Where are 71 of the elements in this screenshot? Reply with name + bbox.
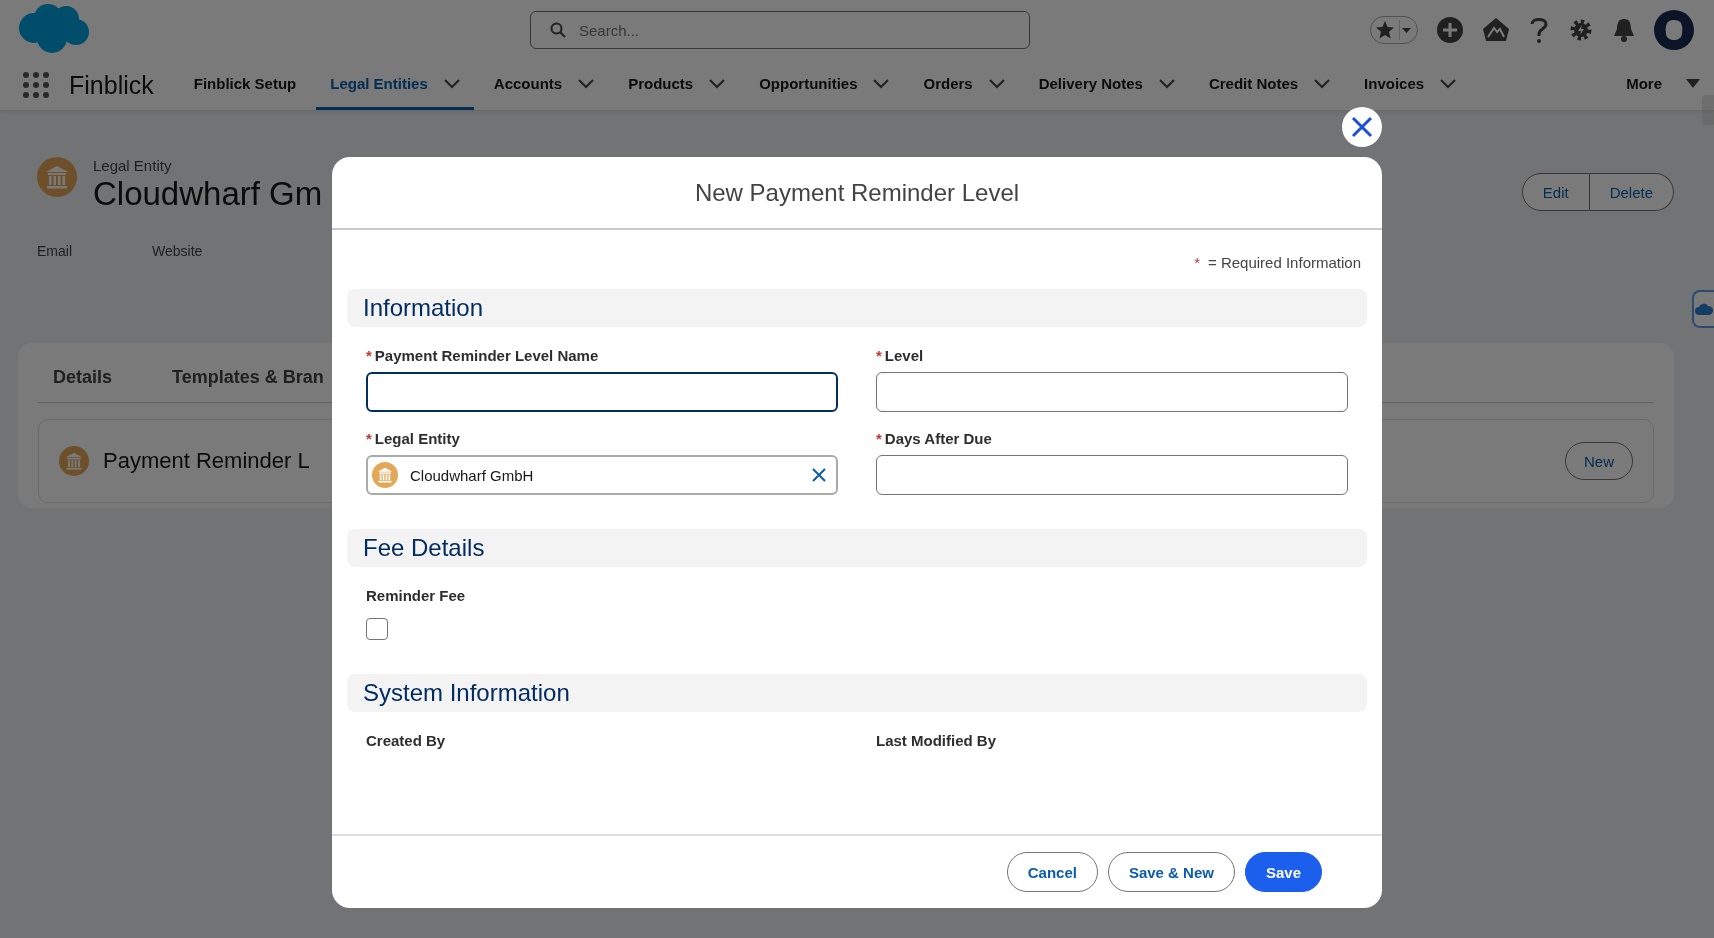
- checkbox[interactable]: [366, 618, 388, 640]
- modal-title: New Payment Reminder Level: [694, 178, 1020, 207]
- triangle-down-icon[interactable]: [1686, 79, 1700, 88]
- nav-tab[interactable]: Finblick Setup: [179, 60, 311, 110]
- field-label: * Legal Entity: [366, 430, 461, 447]
- chevron-down-icon[interactable]: [709, 78, 726, 89]
- mountain-icon[interactable]: [1482, 17, 1510, 43]
- nav-tab[interactable]: More: [1612, 60, 1714, 110]
- star-icon: [1375, 20, 1395, 40]
- required-mark: *: [1194, 254, 1200, 271]
- add-icon[interactable]: [1436, 16, 1464, 44]
- chevron-down-icon[interactable]: [578, 78, 595, 89]
- app-name: Finblick: [69, 70, 154, 100]
- cloud-logo[interactable]: [16, 2, 90, 54]
- nav-tab[interactable]: Invoices: [1350, 60, 1471, 110]
- help-icon[interactable]: [1528, 16, 1550, 44]
- bank-icon: [59, 446, 89, 476]
- bank-icon: [372, 462, 398, 488]
- field-label: Email: [37, 243, 72, 259]
- caret-icon: [1399, 20, 1413, 40]
- bell-icon[interactable]: [1612, 17, 1636, 43]
- clear-icon[interactable]: [812, 468, 826, 482]
- field-label: Website: [152, 243, 203, 259]
- chevron-down-icon[interactable]: [988, 78, 1005, 89]
- lookup-value: Cloudwharf GmbH: [410, 466, 535, 484]
- field-label: * Days After Due: [876, 430, 993, 447]
- related-list-title: Payment Reminder L: [103, 448, 310, 474]
- section-header: Information: [347, 289, 1367, 327]
- chevron-down-icon[interactable]: [1314, 78, 1331, 89]
- action-button[interactable]: Edit: [1521, 173, 1590, 211]
- app-launcher-icon[interactable]: [23, 72, 49, 98]
- footer-button[interactable]: Save & New: [1107, 852, 1235, 892]
- record-title: Cloudwharf Gm: [93, 174, 323, 214]
- avatar-icon[interactable]: [1654, 10, 1694, 50]
- cloud-icon: [1695, 303, 1713, 315]
- field-label: Last Modified By: [876, 732, 997, 749]
- lookup-field[interactable]: Cloudwharf GmbH: [366, 455, 838, 495]
- field-label: * Level: [876, 347, 925, 364]
- nav-tab[interactable]: Orders: [909, 60, 1019, 110]
- nav-tab[interactable]: Products: [614, 60, 740, 110]
- nav-tab[interactable]: Opportunities: [745, 60, 904, 110]
- nav-tab[interactable]: Credit Notes: [1194, 60, 1345, 110]
- field-label: Reminder Fee: [366, 587, 467, 604]
- footer-button[interactable]: Cancel: [1006, 852, 1098, 892]
- search-field[interactable]: Search...: [530, 11, 1030, 49]
- settings-icon[interactable]: [1568, 17, 1594, 43]
- field-label: Created By: [366, 732, 447, 749]
- save-button[interactable]: Save: [1244, 852, 1322, 892]
- section-header: System Information: [347, 674, 1367, 712]
- record-type: Legal Entity: [93, 157, 173, 174]
- section-header: Fee Details: [347, 529, 1367, 567]
- chevron-down-icon[interactable]: [443, 78, 460, 89]
- close-button[interactable]: [1342, 107, 1382, 147]
- action-button[interactable]: Delete: [1589, 173, 1674, 211]
- chevron-down-icon[interactable]: [1158, 78, 1175, 89]
- text-input[interactable]: [366, 372, 838, 412]
- bank-icon: [37, 157, 77, 197]
- side-tab[interactable]: [1692, 290, 1714, 328]
- nav-tab[interactable]: Legal Entities: [316, 60, 474, 110]
- record-tab[interactable]: Templates & Bran: [172, 367, 324, 402]
- new-button[interactable]: New: [1565, 442, 1633, 480]
- chevron-down-icon[interactable]: [1440, 78, 1457, 89]
- record-tab[interactable]: Details: [53, 367, 113, 402]
- nav-tab[interactable]: Accounts: [479, 60, 609, 110]
- close-icon: [1351, 116, 1373, 138]
- required-legend: = Required Information: [1208, 254, 1361, 271]
- field-label: * Payment Reminder Level Name: [366, 347, 600, 364]
- text-input[interactable]: [876, 455, 1348, 495]
- text-input[interactable]: [876, 372, 1348, 412]
- chevron-down-icon[interactable]: [873, 78, 890, 89]
- nav-tab[interactable]: Delivery Notes: [1024, 60, 1189, 110]
